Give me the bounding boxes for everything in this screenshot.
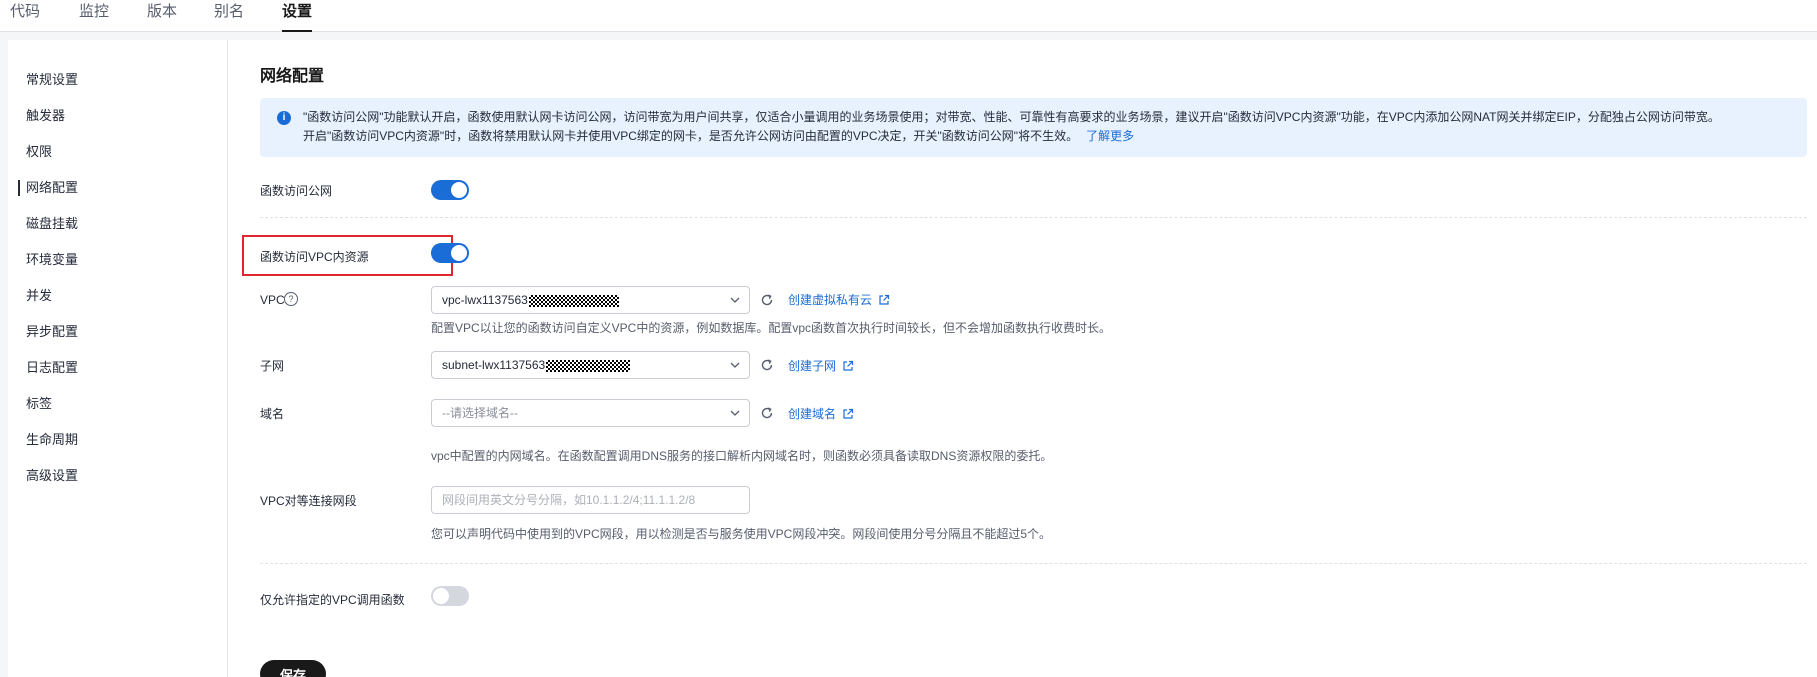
- refresh-icon[interactable]: [760, 293, 774, 307]
- chevron-down-icon: [730, 410, 740, 416]
- domain-select[interactable]: --请选择域名--: [431, 399, 750, 427]
- tab-aliases[interactable]: 别名: [214, 2, 244, 32]
- sidebar-item-tags[interactable]: 标签: [26, 395, 52, 413]
- create-domain-link-text: 创建域名: [788, 407, 837, 421]
- tab-code[interactable]: 代码: [10, 2, 40, 32]
- info-icon: i: [277, 111, 291, 125]
- divider: [260, 217, 1807, 218]
- external-link-icon: [843, 408, 854, 419]
- learn-more-link[interactable]: 了解更多: [1086, 129, 1134, 143]
- toggle-knob: [433, 588, 449, 604]
- vpc-select[interactable]: vpc-lwx1137563: [431, 286, 750, 314]
- network-config-content: 网络配置 i "函数访问公网"功能默认开启，函数使用默认网卡访问公网，访问带宽为…: [228, 40, 1817, 677]
- create-vpc-link-text: 创建虚拟私有云: [788, 293, 873, 307]
- sidebar-item-logs[interactable]: 日志配置: [26, 359, 78, 377]
- refresh-icon[interactable]: [760, 358, 774, 372]
- vpc-peering-label: VPC对等连接网段: [260, 494, 357, 508]
- subnet-label: 子网: [260, 359, 285, 373]
- toggle-knob: [451, 182, 467, 198]
- create-domain-link[interactable]: 创建域名: [788, 406, 854, 422]
- top-tab-bar: 代码 监控 版本 别名 设置: [0, 0, 1817, 32]
- vpc-peering-hint: 您可以声明代码中使用到的VPC网段，用以检测是否与服务使用VPC网段冲突。网段间…: [431, 527, 1052, 541]
- notice-text-line2: 开启"函数访问VPC内资源"时，函数将禁用默认网卡并使用VPC绑定的网卡，是否允…: [303, 128, 1134, 144]
- sidebar-item-async[interactable]: 异步配置: [26, 323, 78, 341]
- divider: [260, 563, 1807, 564]
- notice-text-line1: "函数访问公网"功能默认开启，函数使用默认网卡访问公网，访问带宽为用户间共享，仅…: [303, 110, 1720, 124]
- external-link-icon: [843, 360, 854, 371]
- notice-text-line2-body: 开启"函数访问VPC内资源"时，函数将禁用默认网卡并使用VPC绑定的网卡，是否允…: [303, 129, 1079, 143]
- restrict-vpc-toggle[interactable]: [431, 586, 469, 606]
- chevron-down-icon: [730, 362, 740, 368]
- tab-monitoring[interactable]: 监控: [79, 2, 109, 32]
- sidebar-item-permissions[interactable]: 权限: [26, 143, 52, 161]
- tab-settings[interactable]: 设置: [282, 2, 313, 32]
- create-subnet-link[interactable]: 创建子网: [788, 358, 854, 374]
- domain-hint: vpc中配置的内网域名。在函数配置调用DNS服务的接口解析内网域名时，则函数必须…: [431, 449, 1053, 463]
- chevron-down-icon: [730, 297, 740, 303]
- public-access-label: 函数访问公网: [260, 184, 333, 198]
- restrict-vpc-label: 仅允许指定的VPC调用函数: [260, 593, 405, 607]
- sidebar-item-env-vars[interactable]: 环境变量: [26, 251, 78, 269]
- vpc-label: VPC: [260, 293, 285, 307]
- sidebar-item-disk-mount[interactable]: 磁盘挂载: [26, 215, 78, 233]
- sidebar-item-network[interactable]: 网络配置: [17, 179, 78, 197]
- sidebar-item-concurrency[interactable]: 并发: [26, 287, 52, 305]
- external-link-icon: [879, 294, 890, 305]
- save-button[interactable]: 保存: [260, 660, 326, 677]
- vpc-select-value: vpc-lwx1137563: [442, 293, 528, 307]
- settings-panel: 常规设置 触发器 权限 网络配置 磁盘挂载 环境变量 并发 异步配置 日志配置 …: [8, 40, 1817, 677]
- masked-text: [546, 359, 631, 372]
- create-subnet-link-text: 创建子网: [788, 359, 837, 373]
- vpc-hint: 配置VPC以让您的函数访问自定义VPC中的资源，例如数据库。配置vpc函数首次执…: [431, 321, 1112, 335]
- page-title: 网络配置: [260, 68, 325, 85]
- masked-text: [528, 294, 619, 307]
- sidebar-item-lifecycle[interactable]: 生命周期: [26, 431, 78, 449]
- sidebar-item-advanced[interactable]: 高级设置: [26, 467, 78, 485]
- sidebar-item-general[interactable]: 常规设置: [26, 71, 78, 89]
- vpc-peering-input[interactable]: [431, 486, 750, 514]
- public-access-toggle[interactable]: [431, 180, 469, 200]
- create-vpc-link[interactable]: 创建虚拟私有云: [788, 292, 890, 308]
- tab-versions[interactable]: 版本: [147, 2, 177, 32]
- help-icon[interactable]: ?: [284, 292, 298, 306]
- toggle-knob: [451, 245, 467, 261]
- domain-label: 域名: [260, 407, 285, 421]
- vpc-access-label: 函数访问VPC内资源: [260, 250, 369, 264]
- refresh-icon[interactable]: [760, 406, 774, 420]
- subnet-select[interactable]: subnet-lwx1137563: [431, 351, 750, 379]
- info-notice: i "函数访问公网"功能默认开启，函数使用默认网卡访问公网，访问带宽为用户间共享…: [260, 98, 1807, 157]
- subnet-select-value: subnet-lwx1137563: [442, 358, 546, 372]
- settings-sidebar: 常规设置 触发器 权限 网络配置 磁盘挂载 环境变量 并发 异步配置 日志配置 …: [8, 40, 228, 677]
- domain-select-placeholder: --请选择域名--: [442, 406, 518, 420]
- sidebar-item-triggers[interactable]: 触发器: [26, 107, 65, 125]
- vpc-access-toggle[interactable]: [431, 243, 469, 263]
